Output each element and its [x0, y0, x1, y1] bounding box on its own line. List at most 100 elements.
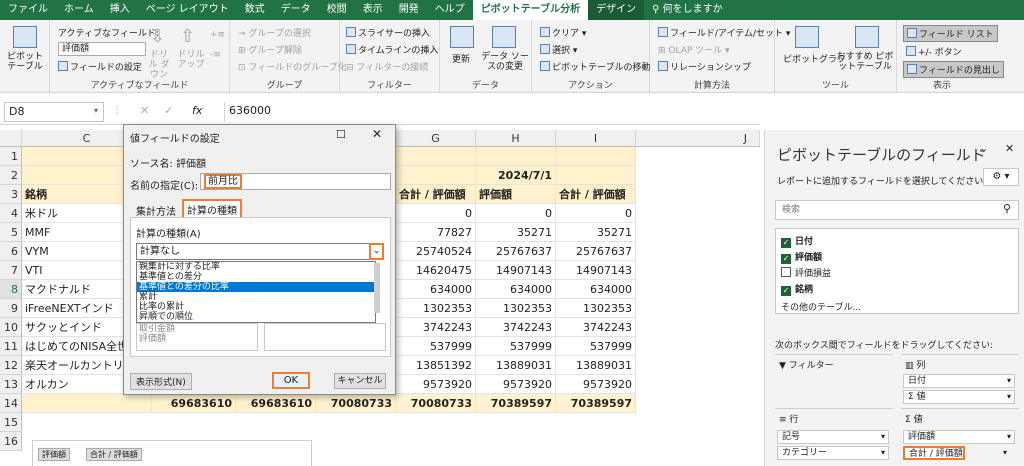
header-cell[interactable]	[396, 166, 476, 185]
base-item-list[interactable]	[264, 323, 386, 351]
value-cell[interactable]: 537999	[396, 337, 476, 356]
select-button[interactable]: 選択 ▾	[540, 43, 577, 56]
select-all-corner[interactable]	[0, 130, 22, 147]
group-field-button[interactable]: ⊡ フィールドのグループ化	[238, 60, 347, 73]
pivottable-button[interactable]: ピボットテーブル	[3, 52, 47, 72]
checkbox-icon[interactable]	[781, 267, 791, 277]
value-cell[interactable]: 0	[556, 204, 636, 223]
option-running-ratio[interactable]: 比率の累計	[137, 302, 375, 312]
col-header-cell[interactable]: 評価額	[476, 185, 556, 204]
value-cell[interactable]: 9573920	[556, 375, 636, 394]
option-diff-ratio-selected[interactable]: 基準値との差分の比率	[137, 282, 375, 292]
value-cell[interactable]: 634000	[556, 280, 636, 299]
refresh-button[interactable]: 更新	[452, 52, 470, 65]
checkbox-icon[interactable]: ✓	[781, 238, 791, 248]
tab-formulas[interactable]: 数式	[237, 0, 273, 20]
date-header-cell[interactable]: 2024/7/1	[476, 166, 556, 185]
row-header[interactable]: 3	[0, 185, 22, 204]
col-header-cell[interactable]: 合計 / 評価額	[556, 185, 636, 204]
value-cell[interactable]: 1302353	[476, 299, 556, 318]
checkbox-icon[interactable]: ✓	[781, 254, 791, 264]
drill-down-button[interactable]: ドリル ダウン	[146, 50, 172, 80]
total-cell[interactable]: 69683610	[152, 394, 236, 413]
option-running-total[interactable]: 累計	[137, 292, 375, 302]
row-header[interactable]: 13	[0, 375, 22, 394]
header-cell[interactable]	[476, 147, 556, 166]
row-header[interactable]: 16	[0, 432, 22, 451]
value-item-amount[interactable]: 評価額 ▾	[903, 430, 1015, 444]
name-box[interactable]: D8	[4, 102, 104, 122]
value-cell[interactable]: 537999	[476, 337, 556, 356]
field-headers-button[interactable]: フィールドの見出し	[903, 61, 1004, 78]
value-cell[interactable]: 77827	[396, 223, 476, 242]
row-header[interactable]: 7	[0, 261, 22, 280]
group-selection-button[interactable]: → グループの選択	[238, 26, 311, 39]
value-cell[interactable]: 9573920	[476, 375, 556, 394]
value-cell[interactable]: 14620475	[396, 261, 476, 280]
formula-input[interactable]: 636000	[224, 102, 754, 122]
row-item-category[interactable]: カテゴリー ▾	[777, 446, 889, 460]
row-header[interactable]: 6	[0, 242, 22, 261]
tab-home[interactable]: ホーム	[56, 0, 102, 20]
number-format-button[interactable]: 表示形式(N)	[130, 373, 192, 390]
header-cell[interactable]	[556, 147, 636, 166]
value-cell[interactable]: 9573920	[396, 375, 476, 394]
name-box-dropdown-icon[interactable]: ▾	[94, 106, 98, 115]
column-item-values[interactable]: Σ 値 ▾	[903, 390, 1015, 404]
row-header[interactable]: 8	[0, 280, 22, 299]
row-header[interactable]: 10	[0, 318, 22, 337]
active-field-input[interactable]: 評価額	[58, 42, 146, 56]
ok-button[interactable]: OK	[272, 372, 310, 389]
tab-design[interactable]: デザイン	[588, 0, 645, 20]
base-field-item[interactable]: 評価額	[137, 334, 257, 344]
header-cell[interactable]	[396, 147, 476, 166]
value-cell[interactable]: 3742243	[396, 318, 476, 337]
column-header-j[interactable]: J	[636, 130, 760, 147]
value-cell[interactable]: 13889031	[476, 356, 556, 375]
checkbox-icon[interactable]: ✓	[781, 286, 791, 296]
value-cell[interactable]: 13889031	[556, 356, 636, 375]
insert-function-icon[interactable]: fx	[192, 104, 202, 117]
column-header-h[interactable]: H	[476, 130, 556, 147]
value-cell[interactable]: 0	[396, 204, 476, 223]
row-header[interactable]: 14	[0, 394, 22, 413]
confirm-entry-icon[interactable]: ✓	[164, 104, 173, 117]
row-header[interactable]: 12	[0, 356, 22, 375]
value-cell[interactable]: 13851392	[396, 356, 476, 375]
calc-type-select[interactable]: 計算なし	[136, 243, 384, 260]
field-search-input[interactable]: 検索	[775, 200, 1019, 220]
tell-me-search[interactable]: ⚲ 何をしますか	[644, 0, 731, 20]
value-cell[interactable]: 1302353	[556, 299, 636, 318]
value-cell[interactable]: 25767637	[556, 242, 636, 261]
total-cell[interactable]: 70389597	[476, 394, 556, 413]
tab-insert[interactable]: 挿入	[102, 0, 138, 20]
move-pivot-button[interactable]: ピボットテーブルの移動	[540, 60, 650, 73]
value-item-sum-highlighted[interactable]: 合計 / 評価額	[903, 446, 965, 460]
insert-slicer-button[interactable]: スライサーの挿入	[346, 26, 430, 39]
filter-connections-button[interactable]: ⊟ フィルターの接続	[346, 60, 428, 73]
change-source-button[interactable]: データ ソースの変更	[480, 52, 530, 72]
total-cell[interactable]: 70080733	[396, 394, 476, 413]
tab-help[interactable]: ヘルプ	[427, 0, 473, 20]
total-cell[interactable]: 70080733	[316, 394, 396, 413]
value-cell[interactable]: 14907143	[556, 261, 636, 280]
tab-developer[interactable]: 開発	[391, 0, 427, 20]
relationships-button[interactable]: リレーションシップ	[658, 60, 751, 73]
row-header[interactable]: 1	[0, 147, 22, 166]
row-item-symbol[interactable]: 記号 ▾	[777, 430, 889, 444]
column-item-date[interactable]: 日付 ▾	[903, 374, 1015, 388]
fields-items-sets-button[interactable]: フィールド/アイテム/セット ▾	[658, 26, 790, 39]
field-item[interactable]: ✓ 評価額	[781, 250, 831, 266]
tab-page-layout[interactable]: ページ レイアウト	[138, 0, 237, 20]
gear-icon[interactable]: ⚙ ▾	[983, 168, 1019, 186]
option-diff[interactable]: 基準値との差分	[137, 272, 375, 282]
custom-name-field[interactable]: 前月比	[200, 173, 391, 190]
value-cell[interactable]: 537999	[556, 337, 636, 356]
total-cell[interactable]: 70389597	[556, 394, 636, 413]
row-header[interactable]: 4	[0, 204, 22, 223]
value-cell[interactable]: 25740524	[396, 242, 476, 261]
value-cell[interactable]: 634000	[396, 280, 476, 299]
insert-timeline-button[interactable]: タイムラインの挿入	[346, 43, 438, 56]
field-item[interactable]: 評価損益	[781, 266, 831, 282]
base-field-item[interactable]: 取引金額	[137, 324, 257, 334]
